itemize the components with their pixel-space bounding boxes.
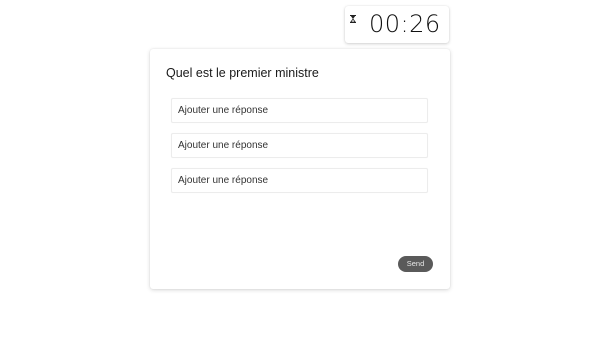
countdown-timer: 00:26: [345, 6, 449, 43]
question-card: Quel est le premier ministre Send: [150, 49, 450, 289]
answer-field-1[interactable]: [171, 98, 428, 123]
answer-input-2[interactable]: [172, 134, 427, 157]
answer-input-1[interactable]: [172, 99, 427, 122]
timer-value: 00:26: [369, 10, 441, 38]
send-button[interactable]: Send: [398, 256, 433, 272]
question-title: Quel est le premier ministre: [166, 66, 319, 80]
answer-field-3[interactable]: [171, 168, 428, 193]
answer-field-2[interactable]: [171, 133, 428, 158]
hourglass-icon: [350, 10, 356, 23]
answer-input-3[interactable]: [172, 169, 427, 192]
